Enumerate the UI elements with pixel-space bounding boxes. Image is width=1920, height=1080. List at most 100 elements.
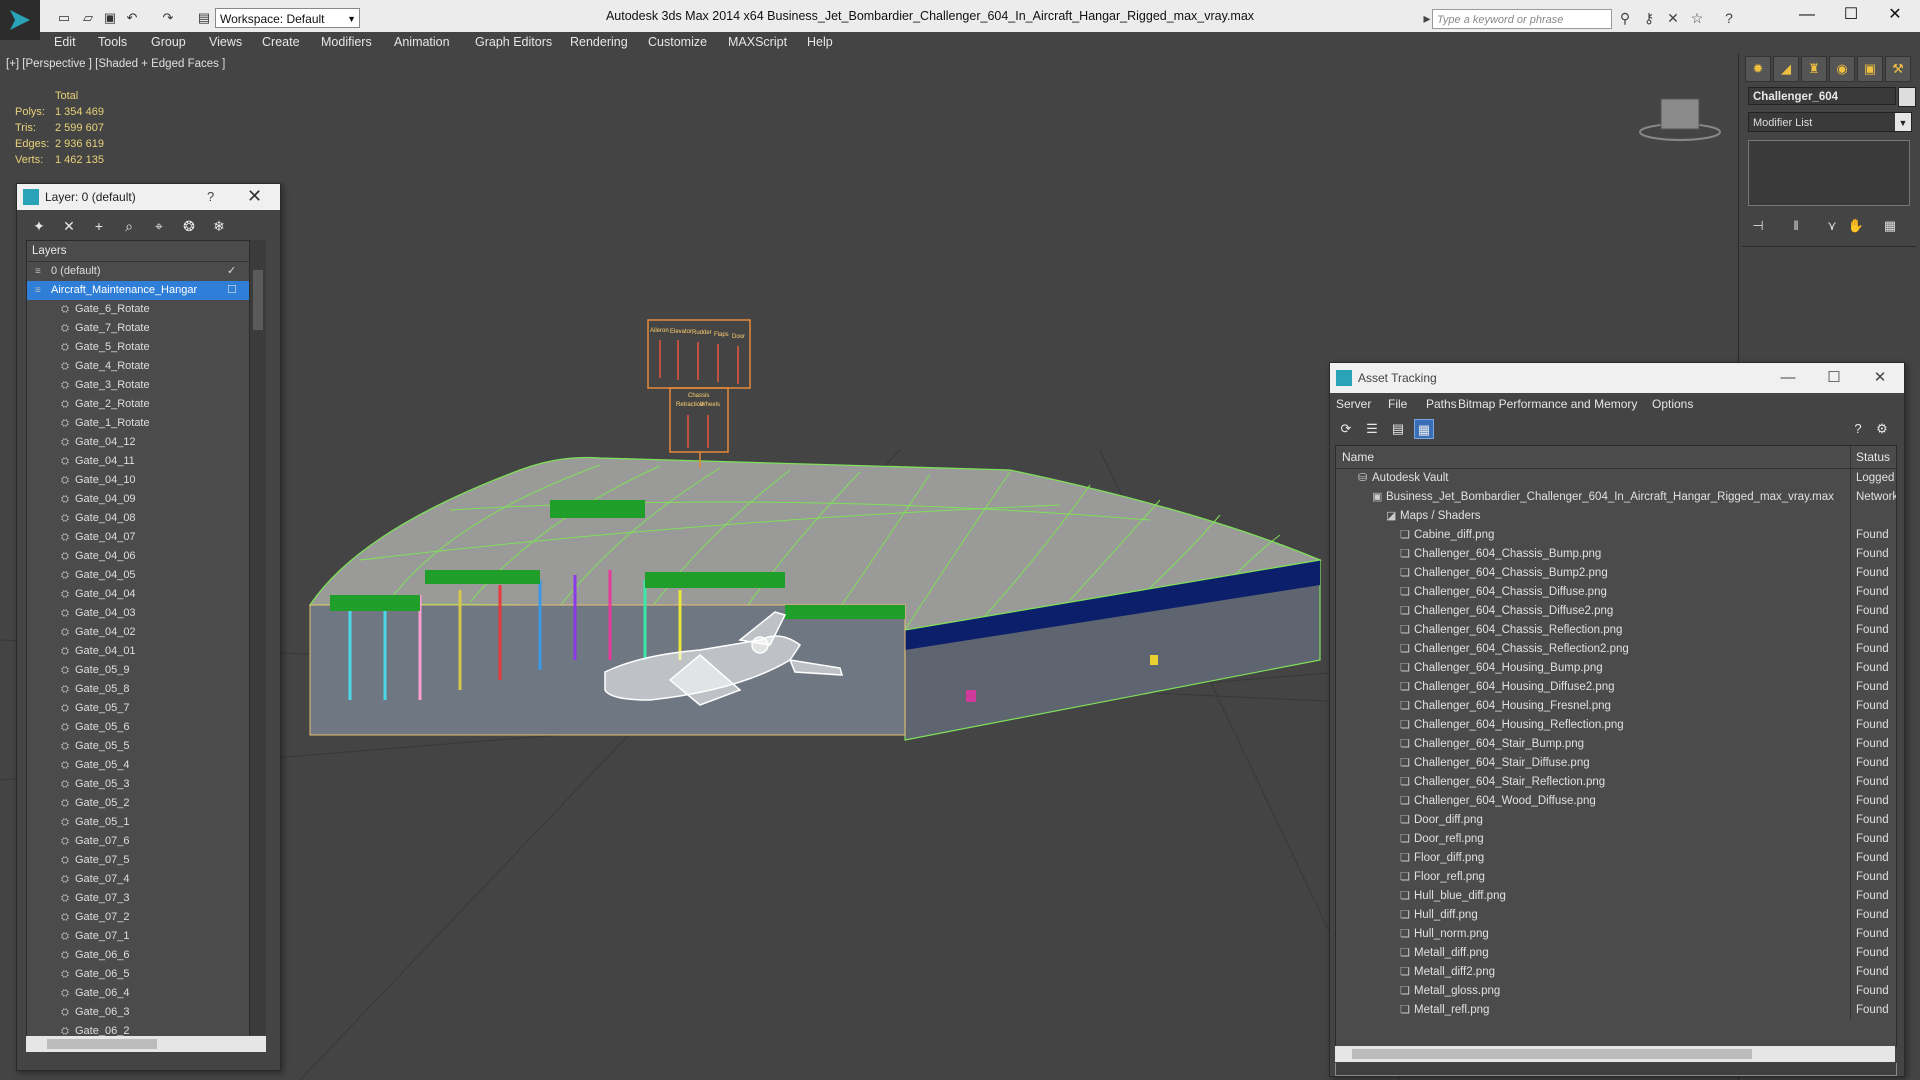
checkbox-icon[interactable]: ☐ bbox=[227, 281, 237, 300]
layer-row[interactable]: ⛭ Gate_04_06 bbox=[27, 547, 249, 566]
layer-row[interactable]: ⛭ Gate_04_03 bbox=[27, 604, 249, 623]
menu-customize[interactable]: Customize bbox=[648, 35, 707, 49]
remove-modifier-icon[interactable]: ✋ bbox=[1846, 216, 1866, 236]
layer-row[interactable]: ⛭ Gate_7_Rotate bbox=[27, 319, 249, 338]
menu-maxscript[interactable]: MAXScript bbox=[728, 35, 787, 49]
tree-view-icon[interactable]: ▤ bbox=[1388, 419, 1408, 439]
asset-menu-file[interactable]: File bbox=[1388, 397, 1407, 411]
layer-row[interactable]: ⛭ Gate_06_6 bbox=[27, 946, 249, 965]
menu-edit[interactable]: Edit bbox=[54, 35, 76, 49]
layer-row[interactable]: ⛭ Gate_05_3 bbox=[27, 775, 249, 794]
search-input[interactable]: Type a keyword or phrase bbox=[1432, 9, 1612, 29]
asset-row[interactable]: ❏ Cabine_diff.png Found bbox=[1336, 526, 1896, 545]
layer-row[interactable]: ⛭ Gate_04_02 bbox=[27, 623, 249, 642]
asset-row[interactable]: ❏ Challenger_604_Chassis_Bump2.png Found bbox=[1336, 564, 1896, 583]
layer-row[interactable]: ⛭ Gate_05_1 bbox=[27, 813, 249, 832]
layer-row[interactable]: ⛭ Gate_05_4 bbox=[27, 756, 249, 775]
layer-row[interactable]: ≡ 0 (default) ✓ bbox=[27, 262, 249, 281]
app-logo-icon[interactable] bbox=[0, 0, 40, 40]
layer-row[interactable]: ⛭ Gate_06_5 bbox=[27, 965, 249, 984]
menu-tools[interactable]: Tools bbox=[98, 35, 127, 49]
asset-row[interactable]: ❏ Hull_norm.png Found bbox=[1336, 925, 1896, 944]
highlight-layer-icon[interactable]: ⌖ bbox=[149, 216, 169, 236]
checkmark-icon[interactable]: ✓ bbox=[227, 262, 236, 281]
asset-row[interactable]: ❏ Challenger_604_Stair_Bump.png Found bbox=[1336, 735, 1896, 754]
object-name-field[interactable]: Challenger_604 bbox=[1748, 87, 1896, 105]
asset-menu-bitmap[interactable]: Bitmap Performance and Memory bbox=[1458, 397, 1637, 411]
asset-menu-server[interactable]: Server bbox=[1336, 397, 1371, 411]
layer-row[interactable]: ⛭ Gate_04_11 bbox=[27, 452, 249, 471]
layer-row[interactable]: ⛭ Gate_06_2 bbox=[27, 1022, 249, 1036]
redo-icon[interactable]: ↷ bbox=[160, 10, 176, 26]
asset-row[interactable]: ❏ Hull_blue_diff.png Found bbox=[1336, 887, 1896, 906]
settings-icon[interactable]: ⚙ bbox=[1872, 419, 1892, 439]
asset-row[interactable]: ❏ Hull_diff.png Found bbox=[1336, 906, 1896, 925]
asset-row[interactable]: ❏ Challenger_604_Wood_Diffuse.png Found bbox=[1336, 792, 1896, 811]
display-tab-icon[interactable]: ▣ bbox=[1857, 56, 1883, 82]
layer-scroll-thumb[interactable] bbox=[253, 270, 263, 330]
layer-row[interactable]: ⛭ Gate_04_01 bbox=[27, 642, 249, 661]
asset-row[interactable]: ❏ Door_diff.png Found bbox=[1336, 811, 1896, 830]
make-unique-icon[interactable]: ⋎ bbox=[1822, 216, 1842, 236]
layer-row[interactable]: ⛭ Gate_06_3 bbox=[27, 1003, 249, 1022]
menu-group[interactable]: Group bbox=[151, 35, 186, 49]
layer-row[interactable]: ⛭ Gate_06_4 bbox=[27, 984, 249, 1003]
refresh-icon[interactable]: ⟳ bbox=[1336, 419, 1356, 439]
layer-row[interactable]: ⛭ Gate_05_5 bbox=[27, 737, 249, 756]
help-icon[interactable]: ? bbox=[1848, 419, 1868, 439]
layer-row[interactable]: ⛭ Gate_07_1 bbox=[27, 927, 249, 946]
asset-menu-options[interactable]: Options bbox=[1652, 397, 1693, 411]
menu-views[interactable]: Views bbox=[209, 35, 242, 49]
asset-row[interactable]: ▣ Business_Jet_Bombardier_Challenger_604_… bbox=[1336, 488, 1896, 507]
asset-row[interactable]: ❏ Challenger_604_Housing_Reflection.png Fo… bbox=[1336, 716, 1896, 735]
open-file-icon[interactable]: ▱ bbox=[80, 10, 96, 26]
pin-stack-icon[interactable]: ⊣ bbox=[1748, 216, 1768, 236]
list-view-icon[interactable]: ☰ bbox=[1362, 419, 1382, 439]
modifier-list-dropdown[interactable]: Modifier List ▼ bbox=[1748, 112, 1912, 132]
object-color-swatch[interactable] bbox=[1898, 87, 1916, 107]
layer-row[interactable]: ≡ Aircraft_Maintenance_Hangar ☐ bbox=[27, 281, 249, 300]
layer-row[interactable]: ⛭ Gate_05_8 bbox=[27, 680, 249, 699]
hierarchy-tab-icon[interactable]: ♜ bbox=[1801, 56, 1827, 82]
layer-dialog-titlebar[interactable]: Layer: 0 (default) ? ✕ bbox=[17, 184, 280, 210]
minimize-button[interactable]: — bbox=[1784, 0, 1830, 32]
layer-row[interactable]: ⛭ Gate_04_07 bbox=[27, 528, 249, 547]
asset-row[interactable]: ⛁ Autodesk Vault Logged O bbox=[1336, 469, 1896, 488]
layer-row[interactable]: ⛭ Gate_5_Rotate bbox=[27, 338, 249, 357]
modify-tab-icon[interactable]: ◢ bbox=[1773, 56, 1799, 82]
asset-row[interactable]: ❏ Challenger_604_Chassis_Bump.png Found bbox=[1336, 545, 1896, 564]
close-button[interactable]: ✕ bbox=[1860, 367, 1900, 389]
layers-column-header[interactable]: Layers bbox=[27, 241, 249, 262]
layer-vertical-scrollbar[interactable] bbox=[250, 240, 266, 1035]
satellite-icon[interactable]: ✕ bbox=[1664, 9, 1682, 27]
asset-menu-paths[interactable]: Paths bbox=[1426, 397, 1457, 411]
create-layer-icon[interactable]: ✦ bbox=[29, 216, 49, 236]
layer-row[interactable]: ⛭ Gate_07_6 bbox=[27, 832, 249, 851]
asset-row[interactable]: ❏ Floor_diff.png Found bbox=[1336, 849, 1896, 868]
viewport-label[interactable]: [+] [Perspective ] [Shaded + Edged Faces… bbox=[6, 58, 225, 70]
close-icon[interactable]: ✕ bbox=[247, 186, 262, 207]
asset-row[interactable]: ❏ Challenger_604_Chassis_Reflection.png Fo… bbox=[1336, 621, 1896, 640]
star-icon[interactable]: ☆ bbox=[1688, 9, 1706, 27]
layer-row[interactable]: ⛭ Gate_04_08 bbox=[27, 509, 249, 528]
asset-row[interactable]: ◪ Maps / Shaders bbox=[1336, 507, 1896, 526]
asset-row[interactable]: ❏ Challenger_604_Chassis_Diffuse2.png Foun… bbox=[1336, 602, 1896, 621]
key-icon[interactable]: ⚷ bbox=[1640, 9, 1658, 27]
name-column-header[interactable]: Name bbox=[1342, 446, 1374, 468]
minimize-button[interactable]: — bbox=[1768, 367, 1808, 389]
asset-row[interactable]: ❏ Challenger_604_Stair_Reflection.png Foun… bbox=[1336, 773, 1896, 792]
add-to-layer-icon[interactable]: + bbox=[89, 216, 109, 236]
maximize-button[interactable]: ☐ bbox=[1828, 0, 1874, 32]
help-icon[interactable]: ? bbox=[1720, 9, 1738, 27]
layer-row[interactable]: ⛭ Gate_07_4 bbox=[27, 870, 249, 889]
asset-row[interactable]: ❏ Challenger_604_Housing_Fresnel.png Found bbox=[1336, 697, 1896, 716]
asset-row[interactable]: ❏ Metall_diff2.png Found bbox=[1336, 963, 1896, 982]
asset-row[interactable]: ❏ Challenger_604_Chassis_Diffuse.png Found bbox=[1336, 583, 1896, 602]
create-tab-icon[interactable]: ✹ bbox=[1745, 56, 1771, 82]
menu-rendering[interactable]: Rendering bbox=[570, 35, 628, 49]
menu-graph-editors[interactable]: Graph Editors bbox=[475, 35, 552, 49]
view-cube-icon[interactable] bbox=[1635, 89, 1725, 149]
layer-row[interactable]: ⛭ Gate_05_9 bbox=[27, 661, 249, 680]
hide-all-icon[interactable]: ❂ bbox=[179, 216, 199, 236]
help-icon[interactable]: ? bbox=[207, 189, 214, 204]
